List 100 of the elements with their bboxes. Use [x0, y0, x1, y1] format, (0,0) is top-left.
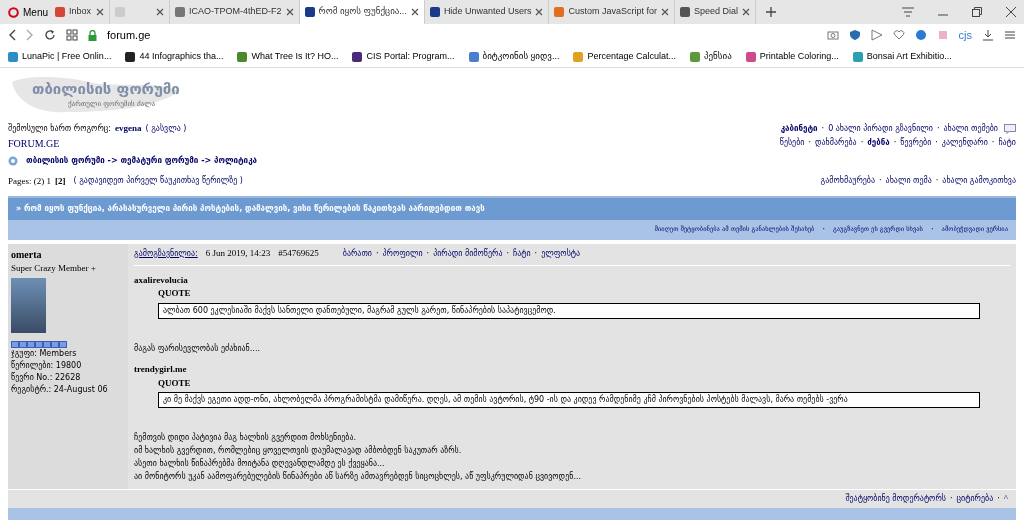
post-footer-link[interactable]: შეატყობინე მოდერატორს	[845, 493, 946, 506]
tab-favicon-icon	[175, 7, 185, 17]
browser-tab[interactable]: ICAO-TPOM-4thED-F2	[170, 0, 300, 24]
bookmark-link[interactable]: 44 Infographics tha...	[125, 49, 224, 64]
separator: ·	[821, 122, 825, 135]
grid-icon[interactable]	[66, 29, 78, 41]
author-action-link[interactable]: პირადი მიმოწერა	[433, 247, 503, 260]
separator: ·	[936, 122, 940, 135]
address-field[interactable]: forum.ge	[107, 26, 817, 44]
bullet-icon	[8, 155, 18, 166]
quote-label: QUOTE	[158, 376, 192, 390]
first-unread-link[interactable]: ( გადავიდეთ პირველ წაუკითხავ წერილზე )	[73, 175, 243, 188]
top-nav-link[interactable]: 0 ახალი პირადი გზავნილი	[828, 122, 933, 135]
tab-favicon-icon	[304, 7, 315, 17]
bookmark-link[interactable]: Printable Coloring...	[745, 49, 839, 64]
separator: ·	[935, 175, 939, 188]
author-detail: რეგისტრ.: 24-August 06	[11, 383, 109, 396]
download-icon[interactable]	[982, 29, 994, 41]
new-tab-icon[interactable]	[766, 7, 776, 17]
logout-link[interactable]: ( გასვლა )	[145, 122, 187, 135]
username-link[interactable]: evgena	[115, 122, 142, 136]
send-icon[interactable]	[870, 29, 883, 41]
lock-icon	[88, 29, 97, 41]
reload-icon[interactable]	[44, 29, 56, 41]
nav-link-item[interactable]: წესები	[779, 137, 805, 149]
restore-icon[interactable]	[972, 7, 982, 17]
rank-pips-drawing	[11, 340, 68, 348]
bookmark-link[interactable]: CIS Portal: Program...	[352, 49, 455, 64]
bookmark-link[interactable]: LunaPic | Free Onlin...	[8, 49, 112, 64]
nav-link-item[interactable]: კალენდარი	[941, 137, 988, 149]
close-icon[interactable]	[1006, 7, 1016, 17]
current-page: [2]	[55, 174, 66, 188]
quoted-author: trendygirl.me	[134, 363, 188, 377]
posted-label-link[interactable]: გამოგზავნილია:	[134, 247, 198, 260]
author-detail: წერილები: 19800	[11, 359, 83, 372]
separator: ·	[991, 137, 995, 149]
tab-favicon-icon	[554, 7, 565, 17]
quote-label: QUOTE	[158, 287, 192, 300]
separator: ·	[949, 493, 953, 506]
author-action-link[interactable]: ელფოსტა	[541, 247, 581, 260]
author-detail: ჯგუფი: Members	[11, 347, 78, 360]
browser-logo-icon	[8, 6, 19, 18]
close-icon[interactable]	[535, 8, 544, 16]
browser-tab[interactable]: Hide Unwanted Users	[424, 0, 550, 24]
tab-favicon-icon	[679, 7, 690, 17]
message-icon[interactable]	[1004, 123, 1016, 134]
post-paragraph: ჩემთვის დიდი პატივია მაგ ხალხის გვერდით მოხსენიება. იმ ხალხის გვერდით, რომლებიც ყოველთვის დაუმალავად ამბობდენ საკუთარ აზრს. ასეთი ხალხის წინაპრებმა მოიტანა დღევანდლამდე ეს ქვეყანა... აი მონიტორს უკან აამოფარებულების წინაპრები აწ სარზე ამთავრებდენ სიცოცხლეს, აწ უფსკრულიდან ცვივოდენ...	[134, 432, 582, 483]
back-icon[interactable]	[8, 29, 16, 41]
shield-icon[interactable]	[848, 29, 861, 41]
author-action-link[interactable]: პროფილი	[382, 247, 423, 260]
bookmark-link[interactable]: Percentage Calculat...	[573, 49, 676, 64]
close-icon[interactable]	[96, 8, 104, 16]
author-name[interactable]: omerta	[11, 247, 125, 262]
separator: ·	[808, 137, 811, 149]
close-icon[interactable]	[410, 8, 419, 16]
browser-tab[interactable]: Custom JavaScript for	[549, 0, 675, 24]
topic-title-bar: » რომ იყოს ფუნქცია, არასასურველი პირის პოსტების, დამალვის, ვისი წერილების წაკითხვას აარიდებდით თავს	[8, 196, 1016, 220]
close-icon[interactable]	[285, 8, 294, 16]
post-number: #54769625	[278, 247, 319, 260]
separator: ·	[822, 224, 825, 236]
close-icon[interactable]	[156, 8, 164, 16]
browser-tab[interactable]: Speed Dial	[674, 0, 756, 24]
post-footer-link[interactable]: ციტირება	[956, 493, 994, 506]
camera-icon[interactable]	[826, 29, 839, 41]
avatar-photo-placeholder	[11, 277, 46, 333]
bookmark-link[interactable]: ბიტკოინის ყიდვ...	[468, 49, 560, 64]
top-nav-link[interactable]: ახალი თემები	[943, 122, 998, 135]
nav-link-item[interactable]: ძებნა	[867, 137, 890, 149]
separator: ·	[893, 137, 897, 149]
site-name-link[interactable]: FORUM.GE	[8, 135, 60, 151]
bookmark-link[interactable]: Bonsai Art Exhibitio...	[852, 49, 952, 64]
bookmark-link[interactable]: პენსია	[689, 49, 732, 64]
author-action-link[interactable]: ჩატი	[513, 247, 531, 260]
browser-tab[interactable]: რომ იყოს ფუნქცია...	[299, 0, 425, 24]
menu-button[interactable]: Menu	[0, 0, 50, 24]
separator: ·	[879, 175, 882, 188]
author-action-link[interactable]: ბარათი	[342, 247, 372, 260]
bookmark-link[interactable]: What Tree Is It? HO...	[237, 49, 339, 64]
nav-link-item[interactable]: დახმარება	[815, 137, 857, 149]
nav-link-item[interactable]: წევრები	[900, 137, 932, 149]
breadcrumb-link[interactable]: თბილისის ფორუმი -> თემატური ფორუმი -> პოლიტიკა	[26, 154, 257, 167]
tab-favicon-icon	[55, 7, 65, 17]
browser-tab[interactable]: Inbox	[50, 0, 110, 24]
topic-action-link[interactable]: გამოხმაურება	[820, 175, 876, 188]
heart-icon[interactable]	[892, 29, 905, 41]
menu-icon[interactable]	[1004, 29, 1016, 41]
separator: ·	[375, 247, 379, 260]
top-nav-link[interactable]: კაბინეტი	[780, 122, 818, 135]
nav-link-item[interactable]: ჩატი	[998, 137, 1016, 149]
close-icon[interactable]	[742, 8, 750, 16]
topic-action-link[interactable]: ახალი გამოკითხვა	[942, 175, 1016, 188]
back-to-top-link[interactable]: ^	[1003, 492, 1008, 506]
separator: ·	[931, 224, 934, 236]
topic-action-link[interactable]: ახალი თემა	[885, 175, 932, 188]
author-detail: წევრი No.: 22628	[11, 371, 82, 384]
close-icon[interactable]	[660, 8, 669, 16]
separator: ·	[997, 493, 1000, 506]
login-status-text: შემოსული ხართ როგორც:	[8, 122, 111, 135]
separator: ·	[506, 247, 509, 260]
profile-button[interactable]: cjs	[958, 26, 972, 44]
